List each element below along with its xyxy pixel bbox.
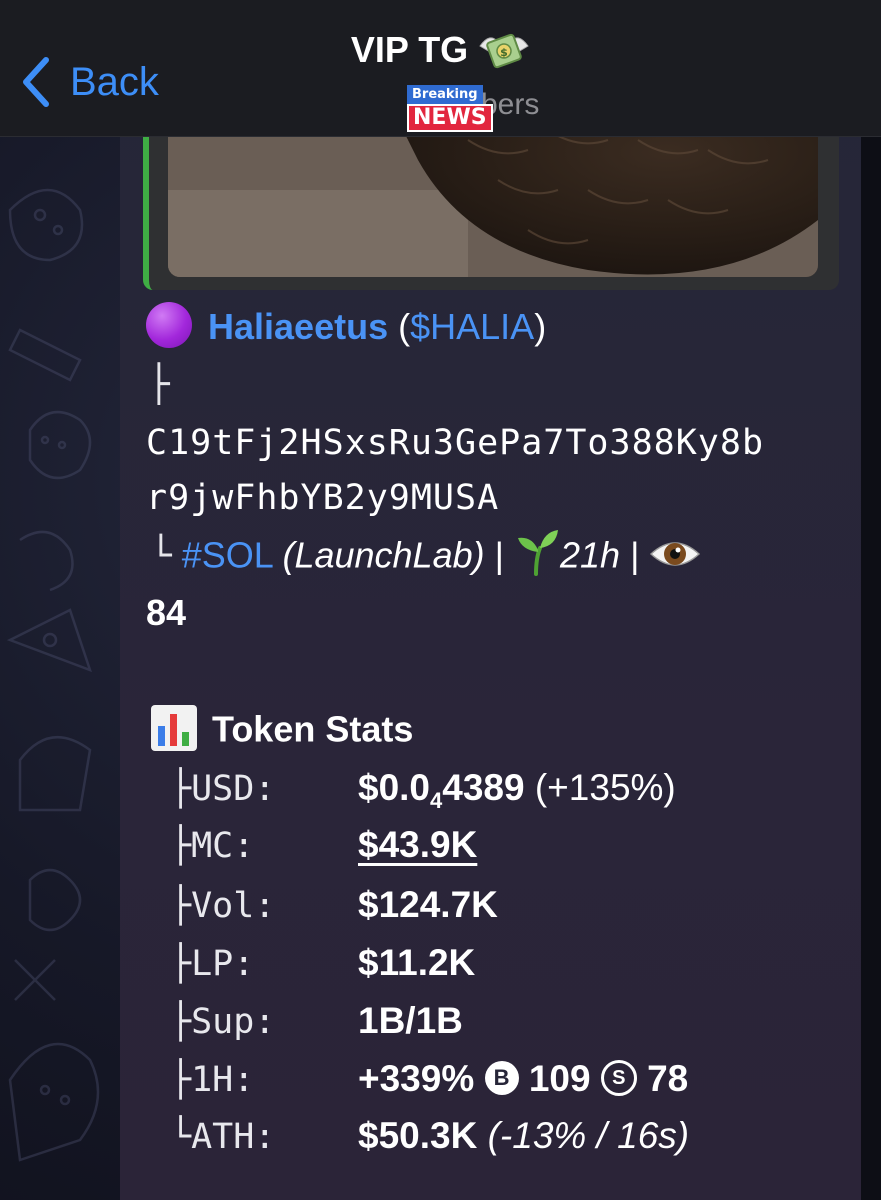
stat-value-vol: $124.7K bbox=[358, 884, 498, 925]
stat-value-sup: 1B/1B bbox=[358, 1000, 463, 1041]
stat-label-usd: ├USD: bbox=[170, 769, 275, 809]
views-count: 84 bbox=[146, 592, 187, 633]
breaking-news-sticker: Breaking NEWS bbox=[407, 85, 497, 132]
purple-circle-icon bbox=[146, 302, 192, 349]
chat-title: VIP TG $ bbox=[351, 28, 530, 72]
stat-prefix: ├ bbox=[170, 944, 192, 984]
stat-label-text: ATH: bbox=[191, 1117, 276, 1157]
stat-row-1h: ├1H: +339% B 109 S 78 bbox=[146, 1056, 846, 1112]
stat-label-text: LP: bbox=[191, 944, 255, 984]
chat-title-text: VIP TG bbox=[350, 29, 469, 70]
stat-label-ath: └ATH: bbox=[170, 1117, 275, 1157]
stat-value-ath: $50.3K (-13% / 16s) bbox=[358, 1115, 689, 1157]
contract-address-line-1[interactable]: C19tFj2HSxsRu3GePa7To388Ky8b bbox=[146, 423, 764, 463]
launchpad-label: (LaunchLab) bbox=[282, 534, 485, 576]
stat-row-lp: ├LP: $11.2K bbox=[146, 940, 846, 996]
token-stats-list: ├USD: $0.044389 (+135%) ├MC: $43.9K ├Vol… bbox=[146, 765, 846, 1165]
stat-row-ath: └ATH: $50.3K (-13% / 16s) bbox=[146, 1113, 846, 1169]
market-cap-link[interactable]: $43.9K bbox=[358, 824, 477, 866]
address-part-1: C19tFj2HSxsRu3GePa7To388Ky8b bbox=[146, 423, 765, 463]
separator-2: | bbox=[630, 534, 640, 576]
svg-text:$: $ bbox=[500, 46, 508, 59]
contract-address-line-2[interactable]: r9jwFhbYB2y9MUSA bbox=[146, 478, 499, 518]
tree-branch: ├ bbox=[148, 364, 170, 405]
usd-price-change: (+135%) bbox=[534, 767, 676, 808]
stat-value-usd: $0.044389 (+135%) bbox=[358, 767, 676, 813]
chat-title-area[interactable]: VIP TG $ bbox=[0, 28, 881, 72]
tree-branch-char: ├ bbox=[148, 364, 170, 405]
money-with-wings-icon: $ bbox=[479, 33, 529, 69]
stat-label-text: 1H: bbox=[191, 1060, 255, 1100]
stat-row-mc: ├MC: $43.9K bbox=[146, 822, 846, 878]
token-ticker-link[interactable]: $HALIA bbox=[410, 306, 534, 347]
tree-end-char: └ bbox=[150, 535, 172, 577]
news-label: NEWS bbox=[407, 104, 493, 132]
separator-1: | bbox=[494, 534, 504, 576]
sells-count: 78 bbox=[647, 1058, 689, 1099]
stat-prefix: └ bbox=[170, 1117, 192, 1157]
paren-close: ) bbox=[534, 306, 547, 347]
chat-header: Back VIP TG $ 1members Breaking NEWS bbox=[0, 0, 881, 137]
stat-label-mc: ├MC: bbox=[170, 826, 254, 866]
stat-prefix: ├ bbox=[170, 769, 192, 809]
seedling-icon bbox=[518, 530, 558, 576]
stat-prefix: ├ bbox=[170, 886, 192, 926]
one-hour-change: +339% bbox=[358, 1058, 475, 1099]
stat-label-sup: ├Sup: bbox=[170, 1002, 275, 1042]
right-edge-strip bbox=[858, 137, 881, 1200]
chain-info-line: └ #SOL (LaunchLab) | 21h | bbox=[150, 530, 701, 582]
stat-prefix: ├ bbox=[170, 1002, 192, 1042]
stat-label-vol: ├Vol: bbox=[170, 886, 275, 926]
token-stats-heading: Token Stats bbox=[150, 705, 414, 756]
buys-badge-icon: B bbox=[484, 1061, 519, 1096]
token-age: 21h bbox=[560, 534, 621, 576]
usd-price-digits: 4389 bbox=[442, 767, 525, 808]
address-part-2: r9jwFhbYB2y9MUSA bbox=[146, 478, 500, 518]
stat-value-lp: $11.2K bbox=[358, 942, 476, 983]
sells-badge-icon: S bbox=[600, 1060, 637, 1097]
stat-label-text: USD: bbox=[191, 769, 276, 809]
stat-label-text: Sup: bbox=[191, 1002, 276, 1042]
chain-hashtag-link[interactable]: #SOL bbox=[182, 535, 273, 576]
stat-label-1h: ├1H: bbox=[170, 1060, 254, 1100]
stat-label-text: MC: bbox=[191, 826, 255, 866]
stat-row-vol: ├Vol: $124.7K bbox=[146, 882, 846, 938]
usd-price-zero-count: 4 bbox=[430, 788, 443, 813]
stat-label-lp: ├LP: bbox=[170, 944, 254, 984]
stat-value-1h: +339% B 109 S 78 bbox=[358, 1058, 688, 1100]
stat-row-usd: ├USD: $0.044389 (+135%) bbox=[146, 765, 846, 821]
bar-chart-icon bbox=[151, 705, 197, 751]
token-title-line: Haliaeetus ($HALIA) bbox=[146, 302, 547, 352]
eye-icon bbox=[650, 542, 701, 566]
token-name-link[interactable]: Haliaeetus bbox=[208, 306, 388, 347]
stat-prefix: ├ bbox=[170, 826, 192, 866]
token-stats-title: Token Stats bbox=[212, 708, 414, 750]
paren-open: ( bbox=[398, 306, 411, 347]
usd-price-main: $0.0 bbox=[358, 767, 431, 808]
stat-label-text: Vol: bbox=[191, 886, 276, 926]
ath-change: (-13% / 16s) bbox=[487, 1115, 690, 1156]
ath-value: $50.3K bbox=[358, 1115, 478, 1156]
views-count-line: 84 bbox=[146, 592, 186, 634]
stat-prefix: ├ bbox=[170, 1060, 192, 1100]
breaking-label: Breaking bbox=[407, 85, 483, 104]
stat-row-sup: ├Sup: 1B/1B bbox=[146, 998, 846, 1054]
buys-count: 109 bbox=[528, 1058, 591, 1099]
